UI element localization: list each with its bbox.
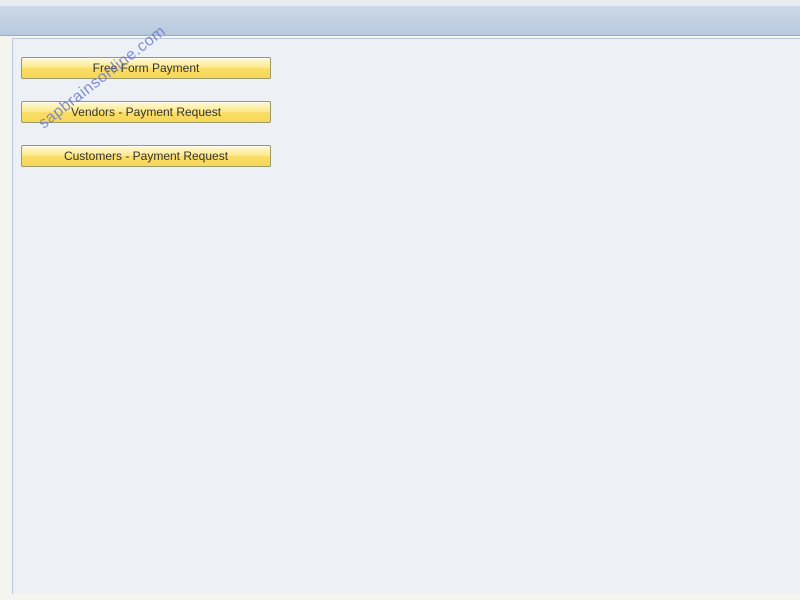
vendors-payment-request-button[interactable]: Vendors - Payment Request: [21, 101, 271, 123]
application-toolbar: [0, 6, 800, 36]
customers-payment-request-button[interactable]: Customers - Payment Request: [21, 145, 271, 167]
free-form-payment-button[interactable]: Free Form Payment: [21, 57, 271, 79]
main-window: Free Form Payment Vendors - Payment Requ…: [0, 0, 800, 600]
content-area: Free Form Payment Vendors - Payment Requ…: [12, 38, 800, 594]
